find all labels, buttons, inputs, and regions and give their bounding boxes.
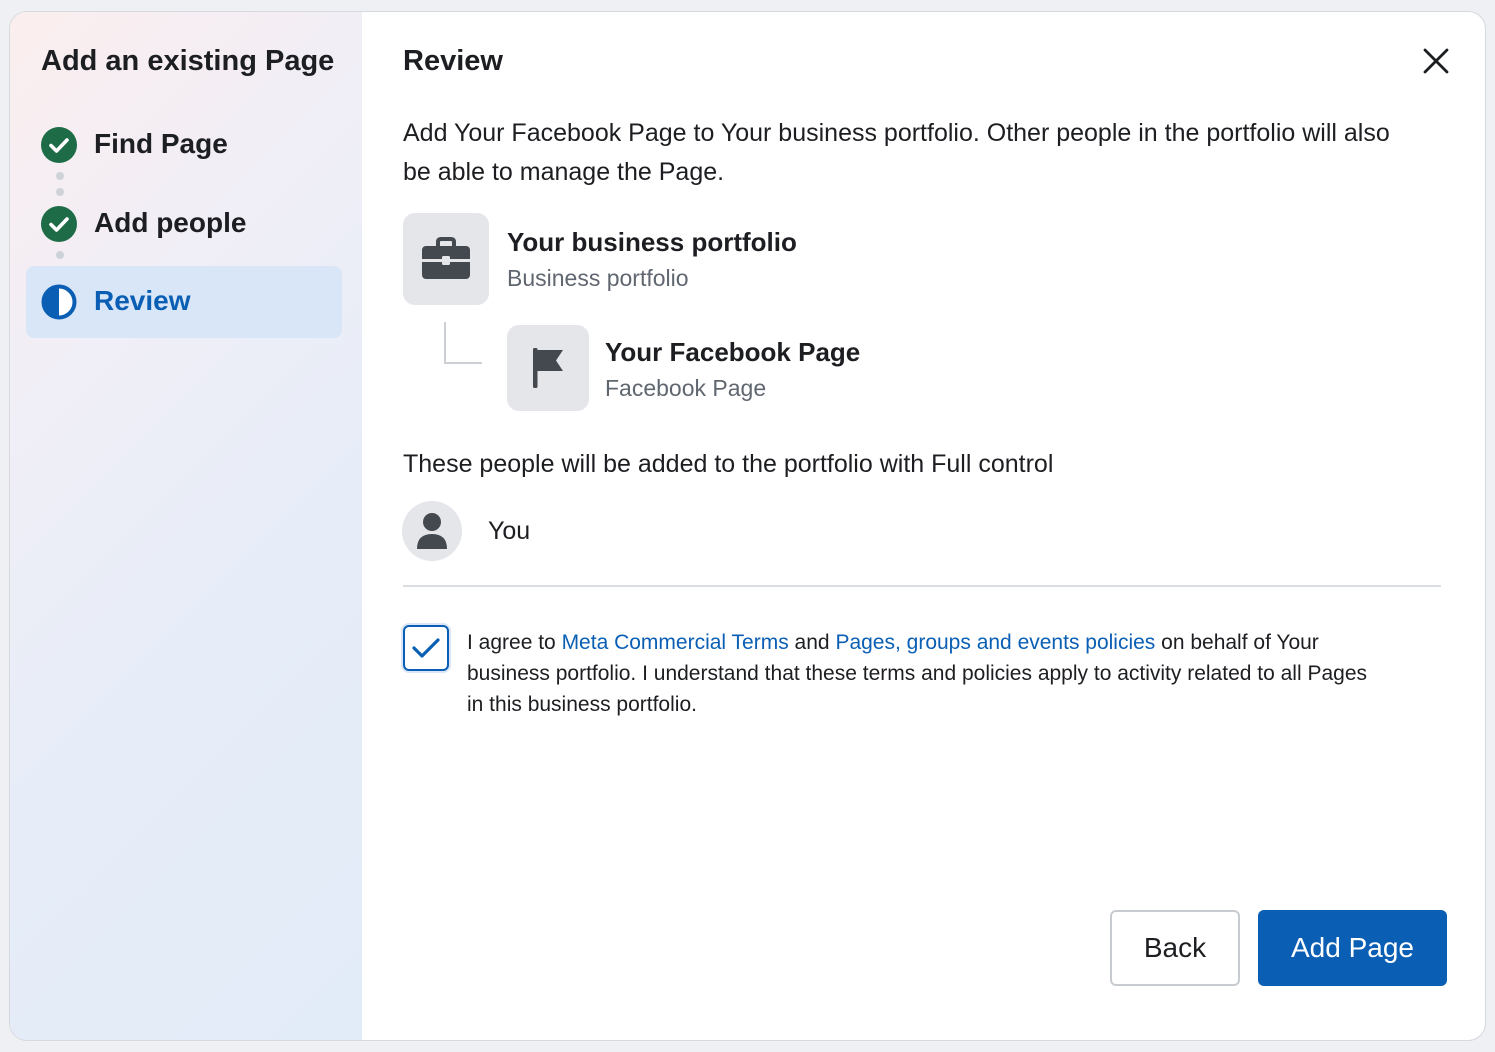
hierarchy-connector: [444, 322, 482, 364]
add-page-button[interactable]: Add Page: [1258, 910, 1447, 986]
portfolio-type: Business portfolio: [507, 265, 689, 291]
agreement-prefix: I agree to: [467, 631, 562, 654]
pages-groups-events-policies-link[interactable]: Pages, groups and events policies: [835, 631, 1155, 654]
back-button[interactable]: Back: [1110, 910, 1240, 986]
sidebar-title: Add an existing Page: [41, 45, 335, 77]
briefcase-icon: [403, 213, 489, 305]
step-add-people[interactable]: Add people: [26, 188, 342, 260]
step-label: Add people: [94, 207, 247, 238]
portfolio-name: Your business portfolio: [507, 227, 797, 257]
agreement-middle: and: [788, 631, 836, 654]
step-review[interactable]: Review: [26, 266, 342, 338]
agree-checkbox[interactable]: [403, 625, 449, 671]
check-circle-icon: [41, 127, 77, 163]
person-icon: [417, 513, 447, 549]
review-panel: Review Add Your Facebook Page to Your bu…: [362, 12, 1485, 1040]
checkmark-icon: [412, 638, 440, 658]
check-circle-icon: [41, 206, 77, 242]
meta-commercial-terms-link[interactable]: Meta Commercial Terms: [562, 631, 789, 654]
avatar: [402, 501, 462, 561]
step-label: Review: [94, 285, 191, 316]
step-connector: [56, 172, 64, 180]
person-name: You: [488, 517, 531, 545]
add-existing-page-dialog: Add an existing Page Find Page Add peopl…: [9, 11, 1486, 1041]
facebook-page-name: Your Facebook Page: [605, 337, 861, 367]
step-label: Find Page: [94, 128, 228, 159]
step-find-page[interactable]: Find Page: [26, 109, 342, 181]
flag-icon: [507, 325, 589, 411]
steps-sidebar: Add an existing Page Find Page Add peopl…: [10, 12, 362, 1040]
review-description: Add Your Facebook Page to Your business …: [403, 119, 1390, 186]
step-connector: [56, 251, 64, 259]
people-heading: These people will be added to the portfo…: [403, 450, 1054, 478]
facebook-page-type: Facebook Page: [605, 375, 767, 401]
close-button[interactable]: [1420, 45, 1452, 77]
agreement-text: I agree to Meta Commercial Terms and Pag…: [467, 627, 1387, 720]
close-icon: [1423, 48, 1449, 74]
section-divider: [403, 585, 1441, 587]
half-circle-icon: [41, 284, 77, 320]
page-title: Review: [403, 45, 503, 77]
